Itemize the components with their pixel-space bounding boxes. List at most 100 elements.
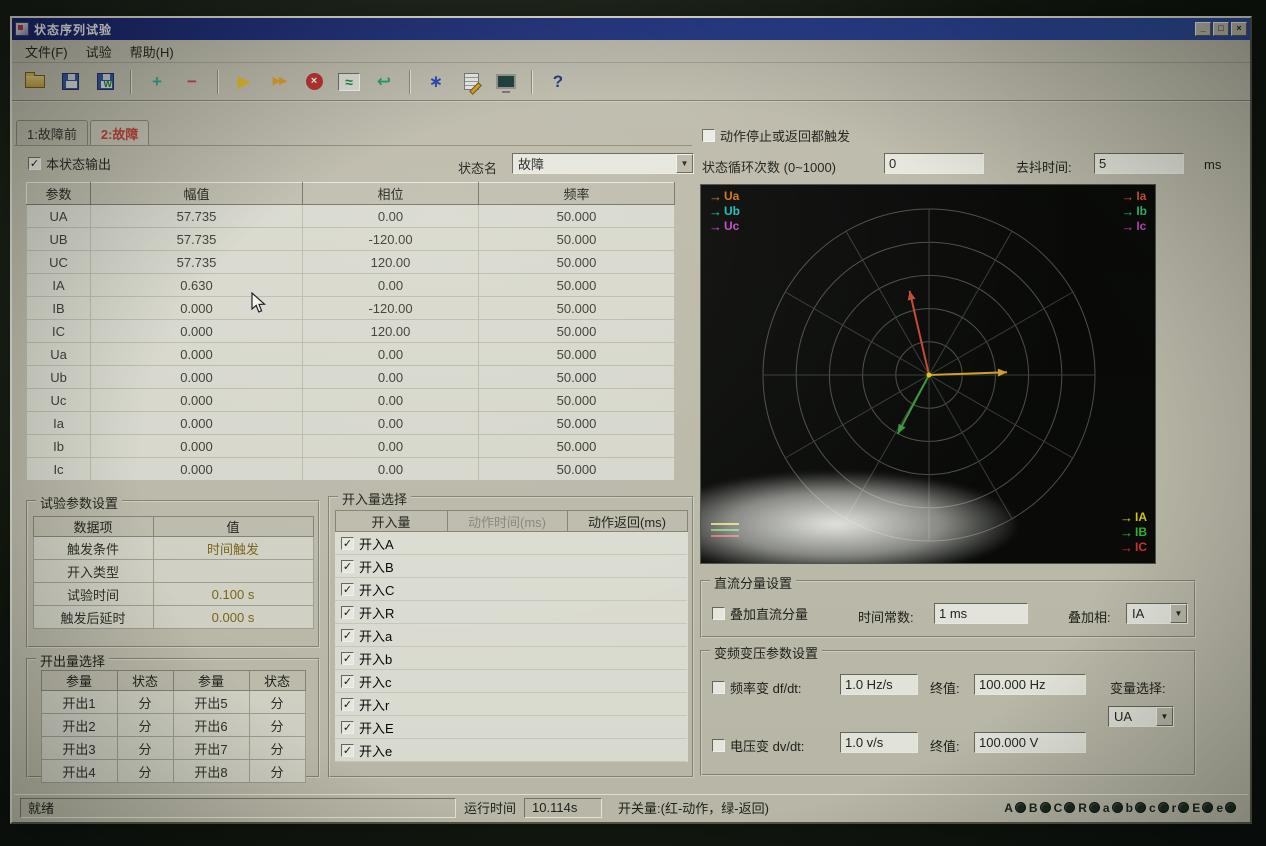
checkbox-check-icon[interactable]: ✓ bbox=[341, 629, 354, 642]
param-value-cell[interactable]: 0.000 bbox=[91, 412, 303, 435]
param-row[interactable]: Ib0.0000.0050.000 bbox=[27, 435, 675, 458]
chevron-down-icon[interactable]: ▼ bbox=[676, 154, 693, 173]
checkbox-check-icon[interactable]: ✓ bbox=[341, 721, 354, 734]
state-output-checkbox[interactable]: ✓ 本状态输出 bbox=[28, 154, 111, 173]
param-row[interactable]: Ub0.0000.0050.000 bbox=[27, 366, 675, 389]
trigger-checkbox[interactable]: ✓ 动作停止或返回都触发 bbox=[702, 126, 850, 145]
state-name-combo[interactable]: 故障 ▼ bbox=[512, 153, 694, 174]
test-param-value[interactable]: 0.100 s bbox=[153, 583, 313, 606]
checkbox-unchecked-icon[interactable]: ✓ bbox=[702, 129, 715, 142]
output-state-cell[interactable]: 分 bbox=[249, 714, 305, 737]
param-row[interactable]: IC0.000120.0050.000 bbox=[27, 320, 675, 343]
minimize-button[interactable]: _ bbox=[1195, 22, 1211, 36]
input-row[interactable]: ✓开入c bbox=[335, 670, 687, 693]
param-value-cell[interactable]: 50.000 bbox=[479, 343, 675, 366]
checkbox-unchecked-icon[interactable]: ✓ bbox=[712, 607, 725, 620]
menu-item[interactable]: 文件(F) bbox=[16, 40, 77, 63]
volt-checkbox[interactable]: ✓ 电压变 dv/dt: bbox=[712, 736, 804, 755]
output-row[interactable]: 开出1分开出5分 bbox=[41, 691, 305, 714]
output-state-cell[interactable]: 分 bbox=[117, 714, 173, 737]
param-row[interactable]: UC57.735120.0050.000 bbox=[27, 251, 675, 274]
param-row[interactable]: Uc0.0000.0050.000 bbox=[27, 389, 675, 412]
title-bar[interactable]: 状态序列试验 _ □ × bbox=[12, 18, 1250, 40]
param-value-cell[interactable]: 50.000 bbox=[479, 458, 675, 481]
edit-icon[interactable] bbox=[456, 68, 486, 96]
param-row[interactable]: IB0.000-120.0050.000 bbox=[27, 297, 675, 320]
menu-item[interactable]: 帮助(H) bbox=[121, 40, 183, 63]
test-param-value[interactable]: 时间触发 bbox=[153, 537, 313, 560]
test-param-row[interactable]: 试验时间0.100 s bbox=[33, 583, 313, 606]
checkbox-unchecked-icon[interactable]: ✓ bbox=[712, 739, 725, 752]
chevron-down-icon[interactable]: ▼ bbox=[1156, 707, 1173, 726]
input-row[interactable]: ✓开入C bbox=[335, 578, 687, 601]
checkbox-check-icon[interactable]: ✓ bbox=[341, 675, 354, 688]
param-value-cell[interactable]: -120.00 bbox=[303, 297, 479, 320]
param-value-cell[interactable]: 0.000 bbox=[91, 366, 303, 389]
fast-forward-icon[interactable]: ▶▶ bbox=[264, 68, 294, 96]
test-param-row[interactable]: 触发条件时间触发 bbox=[33, 537, 313, 560]
freq-checkbox[interactable]: ✓ 频率变 df/dt: bbox=[712, 678, 802, 697]
param-row[interactable]: Ua0.0000.0050.000 bbox=[27, 343, 675, 366]
tab-1[interactable]: 1:故障前 bbox=[16, 120, 88, 145]
input-row[interactable]: ✓开入e bbox=[335, 739, 687, 762]
volt-final-input[interactable] bbox=[974, 732, 1086, 753]
var-select-combo[interactable]: UA ▼ bbox=[1108, 706, 1174, 727]
checkbox-check-icon[interactable]: ✓ bbox=[341, 652, 354, 665]
param-value-cell[interactable]: 120.00 bbox=[303, 320, 479, 343]
output-state-cell[interactable]: 分 bbox=[249, 760, 305, 783]
param-value-cell[interactable]: 50.000 bbox=[479, 412, 675, 435]
output-state-cell[interactable]: 分 bbox=[117, 737, 173, 760]
param-value-cell[interactable]: 0.00 bbox=[303, 389, 479, 412]
test-param-value[interactable] bbox=[153, 560, 313, 583]
monitor-icon[interactable] bbox=[491, 68, 521, 96]
param-value-cell[interactable]: 0.00 bbox=[303, 366, 479, 389]
param-value-cell[interactable]: 50.000 bbox=[479, 228, 675, 251]
param-value-cell[interactable]: 0.000 bbox=[91, 435, 303, 458]
param-value-cell[interactable]: 50.000 bbox=[479, 320, 675, 343]
save-icon[interactable] bbox=[55, 68, 85, 96]
remove-state-icon[interactable]: − bbox=[177, 68, 207, 96]
param-value-cell[interactable]: 57.735 bbox=[91, 228, 303, 251]
checkbox-check-icon[interactable]: ✓ bbox=[28, 157, 41, 170]
param-value-cell[interactable]: 0.000 bbox=[91, 458, 303, 481]
param-row[interactable]: UB57.735-120.0050.000 bbox=[27, 228, 675, 251]
output-state-cell[interactable]: 分 bbox=[249, 691, 305, 714]
param-value-cell[interactable]: 50.000 bbox=[479, 251, 675, 274]
param-value-cell[interactable]: 50.000 bbox=[479, 274, 675, 297]
freq-rate-input[interactable] bbox=[840, 674, 918, 695]
checkbox-check-icon[interactable]: ✓ bbox=[341, 537, 354, 550]
param-value-cell[interactable]: 0.00 bbox=[303, 205, 479, 228]
param-value-cell[interactable]: 0.00 bbox=[303, 343, 479, 366]
checkbox-check-icon[interactable]: ✓ bbox=[341, 698, 354, 711]
run-icon[interactable]: ▶ bbox=[229, 68, 259, 96]
param-value-cell[interactable]: 50.000 bbox=[479, 435, 675, 458]
stop-icon[interactable]: × bbox=[299, 68, 329, 96]
tab-2[interactable]: 2:故障 bbox=[90, 120, 150, 145]
input-row[interactable]: ✓开入B bbox=[335, 555, 687, 578]
param-value-cell[interactable]: 0.00 bbox=[303, 458, 479, 481]
param-value-cell[interactable]: 57.735 bbox=[91, 251, 303, 274]
output-state-cell[interactable]: 分 bbox=[117, 760, 173, 783]
chevron-down-icon[interactable]: ▼ bbox=[1170, 604, 1187, 623]
param-value-cell[interactable]: -120.00 bbox=[303, 228, 479, 251]
waveform-icon[interactable]: ≈ bbox=[334, 68, 364, 96]
input-row[interactable]: ✓开入A bbox=[335, 532, 687, 556]
test-param-row[interactable]: 开入类型 bbox=[33, 560, 313, 583]
input-row[interactable]: ✓开入r bbox=[335, 693, 687, 716]
output-row[interactable]: 开出3分开出7分 bbox=[41, 737, 305, 760]
param-value-cell[interactable]: 0.000 bbox=[91, 320, 303, 343]
menu-item[interactable]: 试验 bbox=[77, 40, 121, 63]
save-export-icon[interactable]: W bbox=[90, 68, 120, 96]
checkbox-unchecked-icon[interactable]: ✓ bbox=[712, 681, 725, 694]
param-value-cell[interactable]: 0.00 bbox=[303, 412, 479, 435]
input-row[interactable]: ✓开入E bbox=[335, 716, 687, 739]
param-value-cell[interactable]: 0.000 bbox=[91, 297, 303, 320]
phasor-icon[interactable]: ∗ bbox=[421, 68, 451, 96]
maximize-button[interactable]: □ bbox=[1213, 22, 1229, 36]
close-button[interactable]: × bbox=[1231, 22, 1247, 36]
param-value-cell[interactable]: 50.000 bbox=[479, 366, 675, 389]
param-value-cell[interactable]: 50.000 bbox=[479, 205, 675, 228]
output-state-cell[interactable]: 分 bbox=[249, 737, 305, 760]
dc-tc-input[interactable] bbox=[934, 603, 1028, 624]
dc-phase-combo[interactable]: IA ▼ bbox=[1126, 603, 1188, 624]
